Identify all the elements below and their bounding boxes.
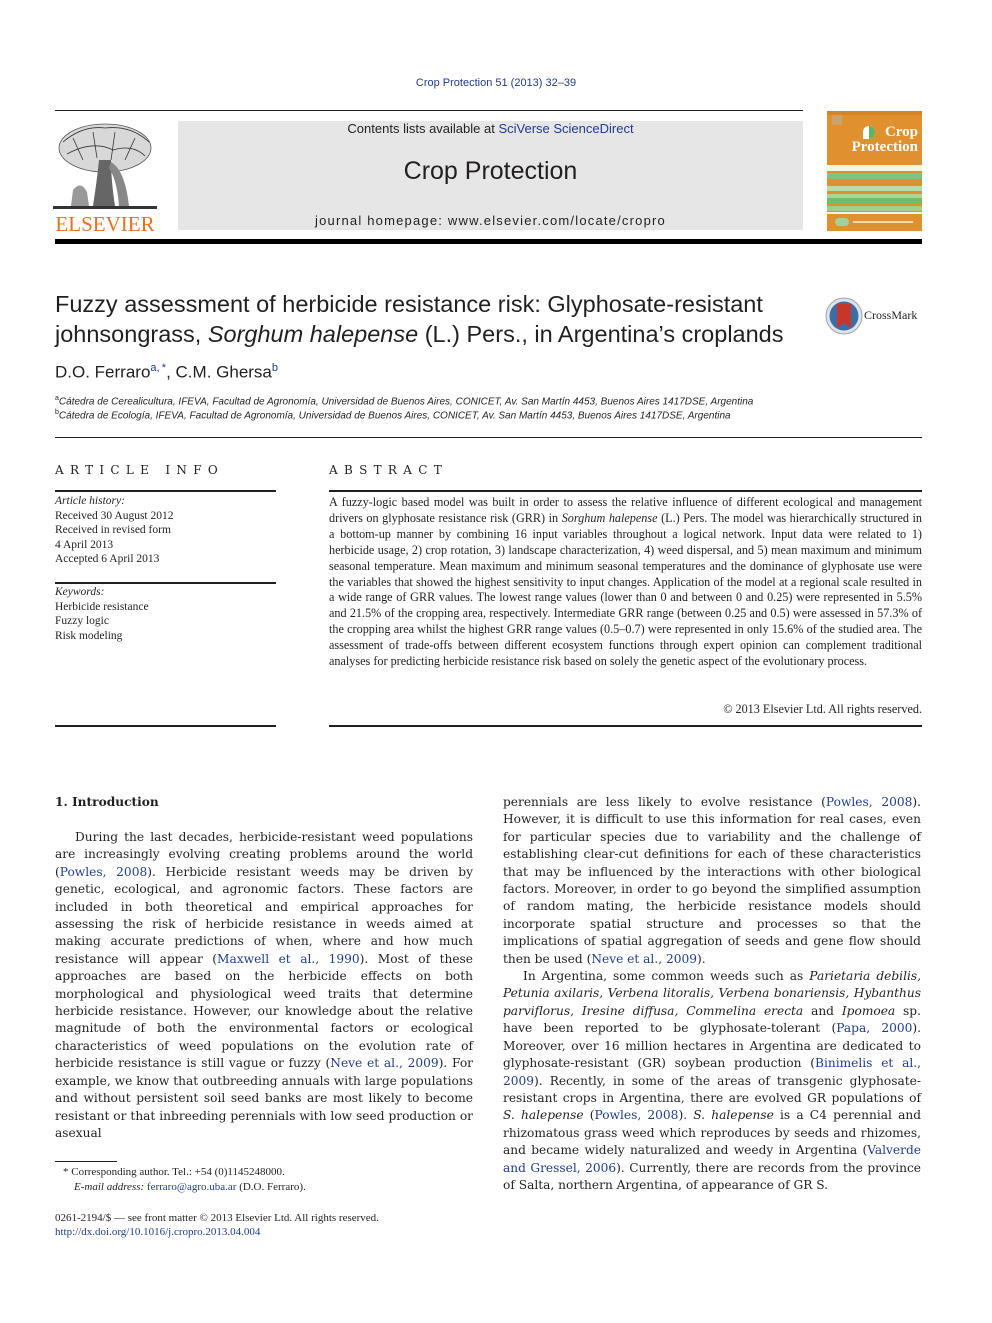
author-affiliation-marker[interactable]: a, * [150, 362, 166, 374]
cover-title-line1: Crop [884, 124, 918, 140]
keywords: Keywords: Herbicide resistance Fuzzy log… [55, 585, 149, 643]
cover-title-line2: Protection [851, 139, 918, 155]
citation-link[interactable]: Papa, 2000 [836, 1021, 912, 1035]
text: ). However, it is difficult to use this … [503, 795, 921, 966]
elsevier-wordmark: ELSEVIER [55, 212, 155, 236]
article-info-heading: ARTICLE INFO [55, 463, 224, 477]
species-name: S. halepense [503, 1108, 584, 1123]
author-list: D.O. Ferraroa, *, C.M. Ghersab [55, 362, 278, 383]
text: ). Herbicide resistant weeds may be driv… [55, 864, 473, 966]
history-item: Received 30 August 2012 [55, 509, 174, 522]
cover-title: Crop Protection [852, 125, 918, 155]
abstract-heading: ABSTRACT [329, 463, 448, 477]
journal-cover-thumbnail[interactable]: Crop Protection [827, 111, 922, 231]
title-rule [55, 437, 922, 438]
author-separator: , [166, 362, 176, 382]
text: ( [583, 1108, 595, 1123]
header-thick-rule [55, 239, 922, 244]
issn-copyright-line: 0261-2194/$ — see front matter © 2013 El… [55, 1212, 379, 1224]
divider [55, 490, 276, 492]
title-species: Sorghum halepense [207, 321, 419, 347]
citation-link[interactable]: Powles, 2008 [595, 1108, 679, 1122]
journal-citation-link[interactable]: Crop Protection 51 (2013) 32–39 [0, 77, 992, 89]
contents-prefix: Contents lists available at [347, 121, 499, 136]
abstract-part: (L.) Pers. The model was hierarchically … [329, 510, 922, 669]
keyword-item: Risk modeling [55, 629, 123, 642]
abstract-copyright: © 2013 Elsevier Ltd. All rights reserved… [723, 702, 922, 716]
doi-link[interactable]: http://dx.doi.org/10.1016/j.cropro.2013.… [55, 1226, 260, 1238]
author-name[interactable]: D.O. Ferraro [55, 363, 150, 382]
email-label: E-mail address: [74, 1181, 147, 1193]
affiliation-text: Cátedra de Ecología, IFEVA, Facultad de … [58, 410, 731, 422]
history-item: 4 April 2013 [55, 538, 114, 551]
affiliation-b: bCátedra de Ecología, IFEVA, Facultad de… [55, 409, 731, 421]
divider [55, 725, 276, 727]
email-suffix: (D.O. Ferraro). [236, 1181, 306, 1193]
homepage-url-link[interactable]: www.elsevier.com/locate/cropro [448, 213, 666, 228]
paragraph: perennials are less likely to evolve res… [503, 794, 921, 968]
email-link[interactable]: ferraro@agro.uba.ar [147, 1181, 237, 1193]
doi-link-text[interactable]: http://dx.doi.org/10.1016/j.cropro.2013.… [55, 1226, 260, 1238]
text: ). Recently, in some of the areas of tra… [503, 1073, 921, 1105]
crossmark-button[interactable]: CrossMark [825, 296, 925, 336]
paragraph: During the last decades, herbicide-resis… [55, 829, 473, 1142]
email-footnote: E-mail address: ferraro@agro.uba.ar (D.O… [74, 1181, 306, 1193]
section-heading-introduction: 1. Introduction [55, 795, 159, 809]
species-name: Ipomoea [841, 1003, 896, 1018]
text: In Argentina, some common weeds such as [523, 969, 810, 984]
article-history: Article history: Received 30 August 2012… [55, 494, 174, 567]
affiliation-text: Cátedra de Cerealicultura, IFEVA, Facult… [58, 396, 754, 408]
sciencedirect-link[interactable]: SciVerse ScienceDirect [498, 121, 633, 136]
title-part2: (L.) Pers., in Argentina’s croplands [418, 321, 784, 347]
citation-link[interactable]: Powles, 2008 [826, 795, 912, 809]
footnote-rule [55, 1161, 117, 1162]
journal-title: Crop Protection [403, 157, 578, 185]
text: ). Most of these approaches are based on… [55, 951, 473, 1071]
keyword-item: Fuzzy logic [55, 615, 109, 627]
affiliation-a: aCátedra de Cerealicultura, IFEVA, Facul… [55, 395, 753, 407]
journal-masthead: Contents lists available at SciVerse Sci… [178, 121, 803, 230]
abstract-species: Sorghum halepense [561, 510, 658, 525]
history-label: Article history: [55, 495, 125, 507]
article-title: Fuzzy assessment of herbicide resistance… [55, 289, 815, 349]
body-column-right: perennials are less likely to evolve res… [503, 794, 921, 1194]
homepage-prefix: journal homepage: [315, 213, 448, 228]
cover-publisher-badge-icon [832, 115, 842, 125]
citation-link[interactable]: Neve et al., 2009 [330, 1056, 438, 1070]
text: ). [696, 951, 706, 966]
journal-homepage-line: journal homepage: www.elsevier.com/locat… [178, 213, 803, 228]
divider [55, 582, 276, 584]
citation-link[interactable]: Neve et al., 2009 [591, 952, 697, 966]
keyword-item: Herbicide resistance [55, 600, 149, 613]
citation-link[interactable]: Maxwell et al., 1990 [217, 952, 360, 966]
body-column-left: During the last decades, herbicide-resis… [55, 829, 473, 1142]
history-item: Received in revised form [55, 524, 171, 536]
keywords-label: Keywords: [55, 586, 105, 598]
abstract-text: A fuzzy-logic based model was built in o… [329, 495, 922, 670]
text: and [803, 1003, 842, 1018]
header-rule [55, 110, 803, 111]
crossmark-label: CrossMark [864, 308, 918, 322]
citation-link[interactable]: Powles, 2008 [60, 865, 147, 879]
paragraph: In Argentina, some common weeds such as … [503, 968, 921, 1194]
cover-society-logo-icon [835, 218, 849, 226]
divider [329, 490, 922, 492]
history-item: Accepted 6 April 2013 [55, 553, 160, 565]
author-name[interactable]: C.M. Ghersa [176, 363, 272, 382]
text: ). [678, 1108, 694, 1123]
contents-availability-line: Contents lists available at SciVerse Sci… [178, 121, 803, 136]
crossmark-icon [825, 297, 863, 335]
text: perennials are less likely to evolve res… [503, 795, 826, 809]
species-name: S. halepense [693, 1108, 774, 1123]
author-affiliation-marker[interactable]: b [272, 362, 278, 374]
divider [329, 725, 922, 727]
corresponding-author-footnote: * Corresponding author. Tel.: +54 (0)114… [63, 1166, 285, 1178]
